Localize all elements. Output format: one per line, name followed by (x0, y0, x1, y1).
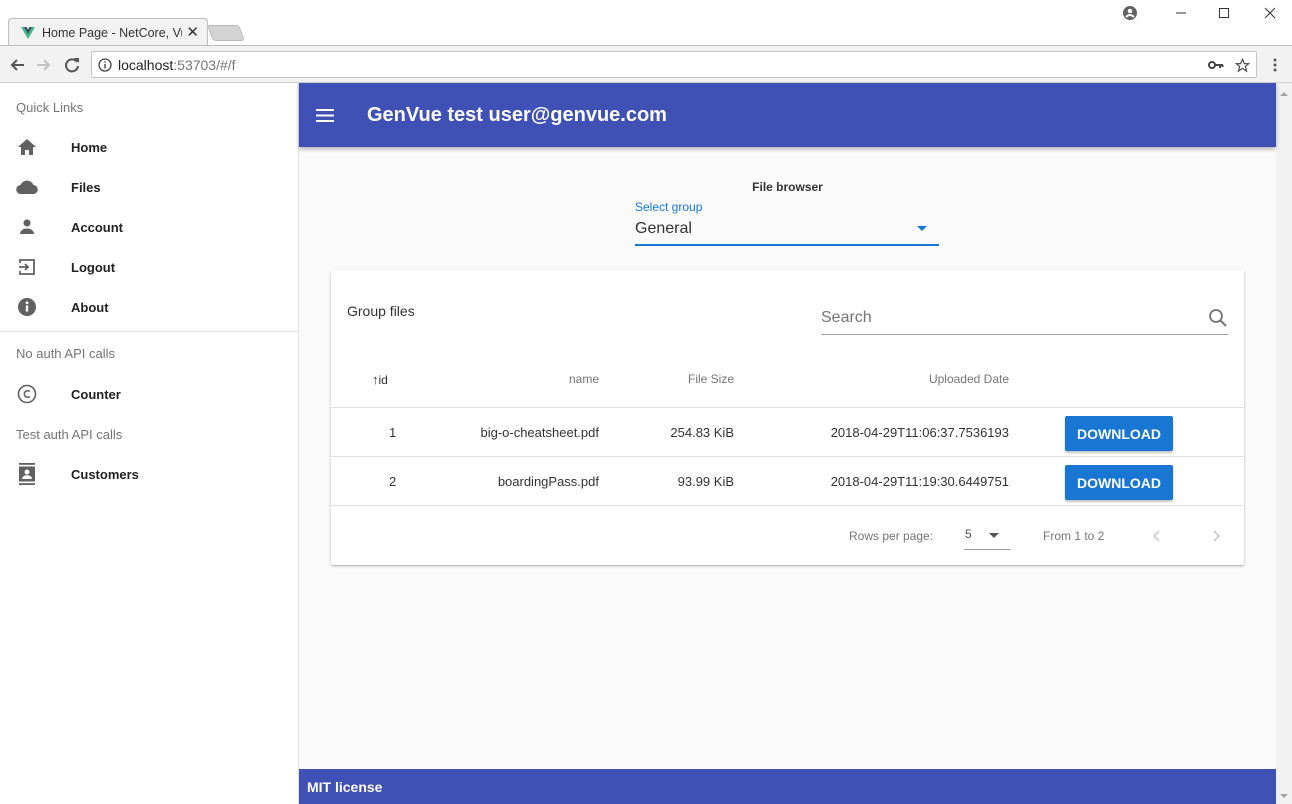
key-icon[interactable] (1208, 57, 1224, 73)
pagination-range: From 1 to 2 (1043, 529, 1105, 543)
dropdown-arrow-icon (989, 533, 999, 538)
rows-per-page-label: Rows per page: (849, 529, 934, 543)
table-row: 2 boardingPass.pdf 93.99 KiB 2018-04-29T… (331, 457, 1244, 506)
column-header-file-size[interactable]: File Size (634, 372, 734, 386)
sidebar-item-label: About (71, 299, 109, 315)
info-icon (16, 296, 38, 318)
main-content: File browser Select group General Group … (299, 147, 1276, 769)
column-header-uploaded-date[interactable]: Uploaded Date (859, 372, 1009, 386)
download-button[interactable]: DOWNLOAD (1065, 465, 1173, 500)
section-header-quick-links: Quick Links (16, 99, 84, 115)
cell-size: 254.83 KiB (670, 425, 734, 440)
app-footer: MIT license (299, 769, 1276, 804)
cloud-icon (16, 176, 38, 198)
bookmark-star-icon[interactable] (1234, 57, 1250, 73)
search-input[interactable]: Search (821, 300, 1228, 335)
app-title: GenVue test user@genvue.com (367, 103, 667, 126)
tab-close-icon[interactable]: ✕ (186, 25, 199, 40)
page-title: File browser (752, 180, 823, 194)
section-header-no-auth: No auth API calls (16, 345, 115, 361)
profile-icon[interactable] (1118, 4, 1142, 22)
scroll-up-arrow-icon[interactable] (1280, 92, 1288, 96)
rows-per-page-select[interactable]: 5 (964, 523, 1011, 550)
download-button[interactable]: DOWNLOAD (1065, 416, 1173, 451)
copyright-icon (16, 383, 38, 405)
url-host: localhost (118, 56, 174, 73)
home-icon (16, 136, 38, 158)
cell-name: boardingPass.pdf (497, 474, 599, 489)
group-select[interactable]: Select group General (635, 200, 939, 246)
tab-title: Home Page - NetCore, Vue (42, 25, 183, 40)
minimize-icon[interactable] (1169, 4, 1193, 22)
reload-icon[interactable] (62, 55, 82, 75)
dropdown-arrow-icon (917, 226, 927, 231)
browser-titlebar: Home Page - NetCore, Vue ✕ (0, 0, 1292, 46)
vue-logo-icon (21, 26, 35, 39)
column-label: id (378, 373, 388, 387)
chevron-right-icon (1213, 530, 1221, 542)
browser-toolbar: localhost:53703/#/f (0, 45, 1292, 83)
sidebar-item-label: Counter (71, 386, 121, 402)
files-card: Group files Search ↑id name File Size Up… (331, 270, 1244, 565)
sidebar-item-files[interactable]: Files (0, 167, 298, 207)
sidebar-item-label: Customers (71, 466, 139, 482)
sidebar-item-label: Account (71, 219, 123, 235)
next-page-button[interactable] (1205, 524, 1229, 548)
section-header-test-auth: Test auth API calls (16, 426, 123, 442)
chevron-left-icon (1152, 530, 1160, 542)
cell-size: 93.99 KiB (677, 474, 734, 489)
cell-id: 2 (389, 474, 397, 489)
select-underline (635, 244, 939, 246)
files-table: ↑id name File Size Uploaded Date 1 big-o… (331, 355, 1244, 506)
cell-date: 2018-04-29T11:06:37.7536193 (830, 425, 1009, 440)
prev-page-button[interactable] (1144, 524, 1168, 548)
browser-menu-icon[interactable] (1265, 55, 1285, 75)
url-path: :53703/#/f (173, 56, 236, 73)
maximize-icon[interactable] (1212, 4, 1236, 22)
column-header-name[interactable]: name (519, 372, 599, 386)
search-placeholder: Search (821, 309, 872, 326)
footer-license-text: MIT license (307, 778, 383, 795)
address-bar[interactable]: localhost:53703/#/f (91, 51, 1257, 78)
card-title: Group files (347, 303, 415, 319)
navigation-drawer: Quick Links Home Files Account Logout Ab… (0, 83, 299, 804)
back-icon[interactable] (7, 55, 27, 75)
cell-id: 1 (389, 425, 397, 440)
sidebar-item-label: Files (71, 179, 101, 195)
table-row: 1 big-o-cheatsheet.pdf 254.83 KiB 2018-0… (331, 408, 1244, 457)
search-icon[interactable] (1208, 308, 1228, 328)
column-header-id[interactable]: ↑id (372, 372, 388, 387)
sidebar-item-account[interactable]: Account (0, 207, 298, 247)
rows-per-page-value: 5 (965, 527, 972, 541)
sidebar-item-logout[interactable]: Logout (0, 247, 298, 287)
logout-icon (16, 256, 38, 278)
contacts-icon (16, 463, 38, 485)
sidebar-item-about[interactable]: About (0, 287, 298, 327)
info-circle-icon[interactable] (98, 57, 112, 72)
app-toolbar: GenVue test user@genvue.com (299, 83, 1276, 147)
new-tab-button[interactable] (207, 25, 245, 41)
url-text: localhost:53703/#/f (118, 57, 236, 73)
cell-name: big-o-cheatsheet.pdf (480, 425, 599, 440)
table-header: ↑id name File Size Uploaded Date (331, 355, 1244, 408)
close-window-icon[interactable] (1258, 4, 1282, 22)
sidebar-item-label: Home (71, 139, 108, 155)
scroll-down-arrow-icon[interactable] (1280, 794, 1288, 798)
person-icon (16, 216, 38, 238)
group-select-label: Select group (635, 200, 703, 214)
sidebar-item-counter[interactable]: Counter (0, 374, 298, 414)
browser-tab[interactable]: Home Page - NetCore, Vue ✕ (8, 18, 208, 46)
forward-icon[interactable] (34, 55, 54, 75)
cell-date: 2018-04-29T11:19:30.6449751 (830, 474, 1009, 489)
table-pagination: Rows per page: 5 From 1 to 2 (331, 507, 1244, 565)
page-scrollbar[interactable] (1276, 83, 1292, 804)
group-select-value: General (635, 220, 692, 237)
sidebar-item-home[interactable]: Home (0, 127, 298, 167)
sidebar-item-customers[interactable]: Customers (0, 454, 298, 494)
hamburger-menu-icon[interactable] (313, 103, 337, 127)
sidebar-item-label: Logout (71, 259, 116, 275)
